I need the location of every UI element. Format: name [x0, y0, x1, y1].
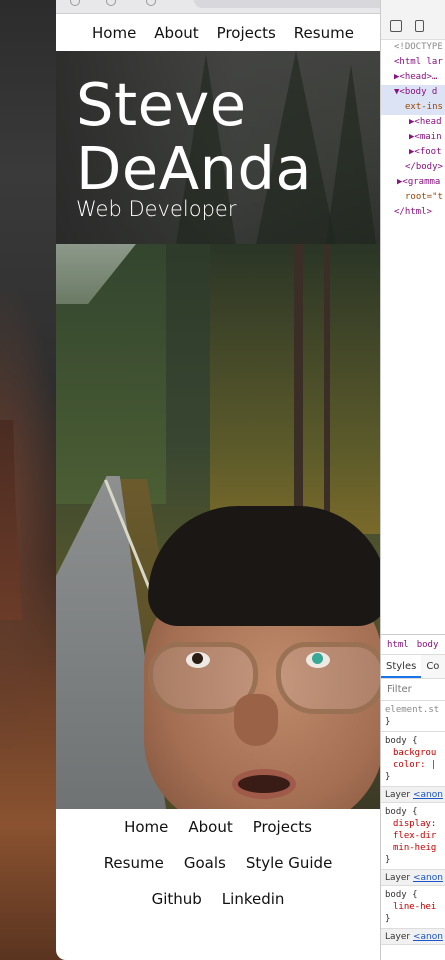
- layer-label: Layer: [385, 932, 411, 942]
- hero-banner: Steve DeAnda Web Developer: [56, 51, 380, 244]
- layer-link[interactable]: <anon: [413, 873, 443, 883]
- title-last-name: DeAnda: [76, 134, 313, 203]
- css-selector: body {: [385, 807, 418, 817]
- layer-link[interactable]: <anon: [413, 790, 443, 800]
- css-close: }: [385, 914, 391, 924]
- css-property[interactable]: min-heig: [385, 842, 445, 854]
- footer-row: Home About Projects: [56, 809, 380, 845]
- layer-header: Layer <anon: [381, 870, 445, 886]
- footer-link-about[interactable]: About: [188, 818, 232, 836]
- person-hair: [148, 506, 380, 626]
- glasses-right-lens: [276, 642, 380, 714]
- dom-node[interactable]: ▶<gramma: [381, 175, 445, 190]
- footer-link-home[interactable]: Home: [124, 818, 168, 836]
- css-close: }: [385, 855, 391, 865]
- layer-label: Layer: [385, 873, 411, 883]
- dom-node[interactable]: </body>: [381, 160, 445, 175]
- nav-link-home[interactable]: Home: [92, 24, 136, 42]
- breadcrumb-body[interactable]: body: [417, 640, 439, 650]
- devtools-toolbar: [381, 0, 445, 40]
- footer-navigation: Home About Projects Resume Goals Style G…: [56, 809, 380, 917]
- dom-node-attr[interactable]: root="t: [381, 190, 445, 205]
- css-selector: body {: [385, 890, 418, 900]
- dom-node[interactable]: <html lar: [381, 55, 445, 70]
- back-icon[interactable]: [70, 0, 80, 6]
- css-property[interactable]: backgrou: [385, 747, 445, 759]
- css-property[interactable]: color: |: [385, 759, 445, 771]
- styles-tabs: Styles Co: [381, 655, 445, 679]
- person-mouth: [232, 769, 296, 799]
- css-close: }: [385, 772, 391, 782]
- hero-photo: [56, 244, 380, 809]
- tab-styles[interactable]: Styles: [381, 655, 422, 678]
- dom-node[interactable]: ▶<main: [381, 130, 445, 145]
- device-toolbar-icon[interactable]: [415, 20, 424, 32]
- css-rule: body { backgrou color: | }: [381, 732, 445, 787]
- layer-header: Layer <anon: [381, 787, 445, 803]
- dom-node[interactable]: ▶<head>…: [381, 70, 445, 85]
- css-rule: body { line-hei }: [381, 886, 445, 929]
- css-selector: element.st: [385, 705, 440, 715]
- styles-pane: html body Styles Co Filter element.st } b…: [381, 634, 445, 960]
- layer-link[interactable]: <anon: [413, 932, 443, 942]
- top-navigation: Home About Projects Resume: [56, 14, 380, 51]
- css-close: }: [385, 717, 391, 727]
- nav-link-projects[interactable]: Projects: [217, 24, 276, 42]
- css-property[interactable]: line-hei: [385, 901, 445, 913]
- devtools-panel: <!DOCTYPE <html lar ▶<head>… ▼<body d ex…: [380, 0, 445, 960]
- person-nose: [234, 694, 278, 746]
- inspect-element-icon[interactable]: [390, 20, 402, 32]
- tree-trunk: [294, 244, 303, 544]
- footer-link-projects[interactable]: Projects: [253, 818, 312, 836]
- css-rule: element.st }: [381, 701, 445, 732]
- dom-node[interactable]: ▶<head: [381, 115, 445, 130]
- footer-row: Resume Goals Style Guide: [56, 845, 380, 881]
- nav-link-resume[interactable]: Resume: [294, 24, 354, 42]
- footer-row: Github Linkedin: [56, 881, 380, 917]
- tree-silhouette: [326, 64, 376, 244]
- dom-node-selected-attr[interactable]: ext-ins: [381, 100, 445, 115]
- footer-link-style-guide[interactable]: Style Guide: [246, 854, 333, 872]
- css-property[interactable]: display:: [385, 818, 445, 830]
- dom-node[interactable]: </html>: [381, 205, 445, 220]
- dom-node[interactable]: ▶<foot: [381, 145, 445, 160]
- page-title: Steve DeAnda: [76, 73, 312, 201]
- title-first-name: Steve: [76, 70, 247, 139]
- dom-node-selected[interactable]: ▼<body d: [381, 85, 445, 100]
- web-page: Home About Projects Resume Steve DeAnda …: [56, 14, 380, 960]
- css-property[interactable]: flex-dir: [385, 830, 445, 842]
- footer-link-goals[interactable]: Goals: [184, 854, 226, 872]
- left-eye: [186, 652, 210, 668]
- reload-icon[interactable]: [146, 0, 156, 6]
- breadcrumb-html[interactable]: html: [387, 640, 409, 650]
- forward-icon[interactable]: [106, 0, 116, 6]
- footer-link-linkedin[interactable]: Linkedin: [222, 890, 285, 908]
- layer-header: Layer <anon: [381, 929, 445, 945]
- nav-link-about[interactable]: About: [154, 24, 198, 42]
- tab-computed[interactable]: Co: [421, 655, 444, 678]
- breadcrumb: html body: [381, 635, 445, 655]
- dom-tree: <!DOCTYPE <html lar ▶<head>… ▼<body d ex…: [381, 40, 445, 220]
- css-rule: body { display: flex-dir min-heig }: [381, 803, 445, 870]
- footer-link-github[interactable]: Github: [152, 890, 202, 908]
- styles-filter-input[interactable]: Filter: [381, 679, 445, 701]
- footer-link-resume[interactable]: Resume: [104, 854, 164, 872]
- page-subtitle: Web Developer: [76, 197, 237, 221]
- tree-trunk: [324, 244, 330, 524]
- layer-label: Layer: [385, 790, 411, 800]
- right-eye: [306, 652, 330, 668]
- dom-node[interactable]: <!DOCTYPE: [381, 40, 445, 55]
- css-selector: body {: [385, 736, 418, 746]
